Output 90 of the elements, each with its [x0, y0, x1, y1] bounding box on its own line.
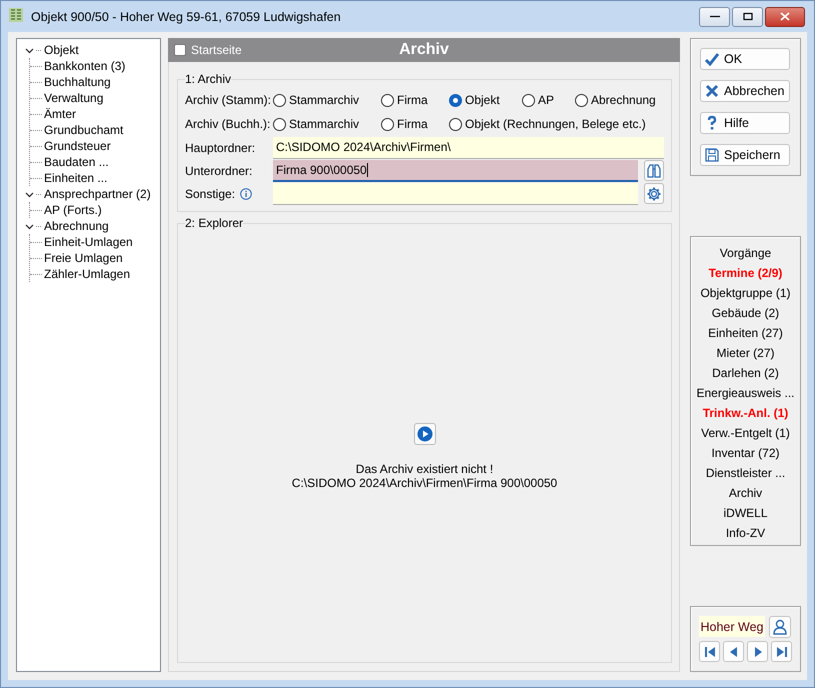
tree-item[interactable]: Einheit-Umlagen [43, 235, 134, 249]
nav-link[interactable]: Objektgruppe (1) [700, 283, 791, 303]
radio-button[interactable] [449, 118, 462, 130]
radio-label[interactable]: Firma [397, 93, 428, 107]
radio-label[interactable]: Firma [397, 117, 428, 131]
save-button[interactable]: Speichern [700, 144, 790, 166]
row-label: Archiv (Stamm): [185, 93, 272, 107]
row-label: Archiv (Buchh.): [185, 117, 272, 131]
tree-item[interactable]: AP (Forts.) [43, 203, 103, 217]
cancel-button[interactable]: Abbrechen [700, 80, 790, 102]
group-title: 2: Explorer [185, 216, 244, 230]
tree-item[interactable]: Objekt [43, 43, 80, 57]
message-text: Das Archiv existiert nicht ! [356, 462, 494, 476]
radio-label[interactable]: Objekt (Rechnungen, Belege etc.) [465, 117, 646, 131]
ok-button[interactable]: OK [700, 48, 790, 70]
check-icon [704, 51, 720, 67]
play-button[interactable] [414, 423, 436, 445]
play-icon [416, 426, 432, 442]
nav-link[interactable]: Einheiten (27) [708, 323, 783, 343]
text-field[interactable]: C:\SIDOMO 2024\Archiv\Firmen\ [273, 136, 664, 158]
tree-item[interactable]: Ämter [43, 107, 78, 121]
browse-button[interactable] [644, 160, 664, 181]
tree-item[interactable]: Bankkonten (3) [43, 59, 126, 73]
cross-icon [704, 83, 720, 99]
person-button[interactable] [769, 616, 791, 638]
tree-item[interactable]: Grundsteuer [43, 139, 112, 153]
radio-label[interactable]: Stammarchiv [289, 93, 360, 107]
radio-button[interactable] [273, 118, 286, 130]
app-icon [8, 7, 24, 23]
maximize-icon [740, 11, 754, 22]
field-label: Hauptordner: [185, 140, 256, 154]
tree-item[interactable]: Buchhaltung [43, 75, 112, 89]
close-button[interactable] [765, 6, 805, 26]
text-field[interactable]: Firma 900\00050 [273, 160, 638, 182]
field-label: Sonstige: [185, 186, 236, 200]
minimize-icon [710, 15, 720, 18]
radio-label[interactable]: Objekt [465, 93, 500, 107]
field-label: Unterordner: [185, 164, 252, 178]
nav-link[interactable]: Darlehen (2) [712, 363, 779, 383]
nav-link[interactable]: Dienstleister ... [706, 463, 786, 483]
radio-button[interactable] [449, 94, 462, 106]
radio-button[interactable] [522, 94, 535, 106]
nav-link[interactable]: Mieter (27) [716, 343, 774, 363]
nav-link[interactable]: iDWELL [723, 503, 768, 523]
save-icon [704, 147, 720, 163]
radio-button[interactable] [381, 118, 394, 130]
previous-button[interactable] [723, 641, 744, 662]
window-title: Objekt 900/50 - Hoher Weg 59-61, 67059 Ludwigshafen [31, 10, 341, 24]
nav-link[interactable]: Verw.-Entgelt (1) [701, 423, 790, 443]
binoculars-icon [646, 162, 662, 178]
radio-button[interactable] [273, 94, 286, 106]
tree-item[interactable]: Verwaltung [43, 91, 104, 105]
nav-link[interactable]: Info-ZV [726, 523, 766, 543]
nav-link[interactable]: Gebäude (2) [712, 303, 780, 323]
nav-link[interactable]: Trinkw.-Anl. (1) [702, 403, 788, 423]
nav-link[interactable]: Termine (2/9) [708, 263, 782, 283]
radio-label[interactable]: Abrechnung [591, 93, 656, 107]
next-button[interactable] [747, 641, 768, 662]
tree-item[interactable]: Freie Umlagen [43, 251, 124, 265]
tree-item[interactable]: Ansprechpartner (2) [43, 187, 152, 201]
text-field[interactable] [273, 182, 638, 204]
nav-link[interactable]: Energieausweis ... [696, 383, 795, 403]
close-icon [778, 11, 792, 22]
nav-link[interactable]: Archiv [728, 483, 762, 503]
group-title: 1: Archiv [185, 72, 232, 86]
tree-item[interactable]: Baudaten ... [43, 155, 110, 169]
path-text: C:\SIDOMO 2024\Archiv\Firmen\Firma 900\00050 [292, 476, 558, 490]
checkbox[interactable] [174, 44, 186, 56]
last-button[interactable] [771, 641, 792, 662]
radio-label[interactable]: AP [538, 93, 554, 107]
chevron-icon[interactable] [25, 222, 34, 230]
record-field[interactable]: Hoher Weg [699, 616, 765, 637]
panel-title: Archiv [399, 41, 449, 58]
person-icon [772, 619, 788, 635]
radio-label[interactable]: Stammarchiv [289, 117, 360, 131]
nav-link[interactable]: Vorgänge [720, 243, 772, 263]
help-button[interactable]: Hilfe [700, 112, 790, 134]
maximize-button[interactable] [732, 6, 763, 26]
radio-button[interactable] [381, 94, 394, 106]
tree-item[interactable]: Grundbuchamt [43, 123, 124, 137]
chevron-icon[interactable] [25, 46, 34, 54]
tree-item[interactable]: Zähler-Umlagen [43, 267, 132, 281]
settings-button[interactable] [644, 183, 664, 204]
first-button[interactable] [699, 641, 720, 662]
tree-item[interactable]: Einheiten ... [43, 171, 108, 185]
chevron-icon[interactable] [25, 190, 34, 198]
settings-icon [646, 186, 662, 202]
nav-link[interactable]: Inventar (72) [711, 443, 780, 463]
tree-item[interactable]: Abrechnung [43, 219, 110, 233]
radio-button[interactable] [575, 94, 588, 106]
